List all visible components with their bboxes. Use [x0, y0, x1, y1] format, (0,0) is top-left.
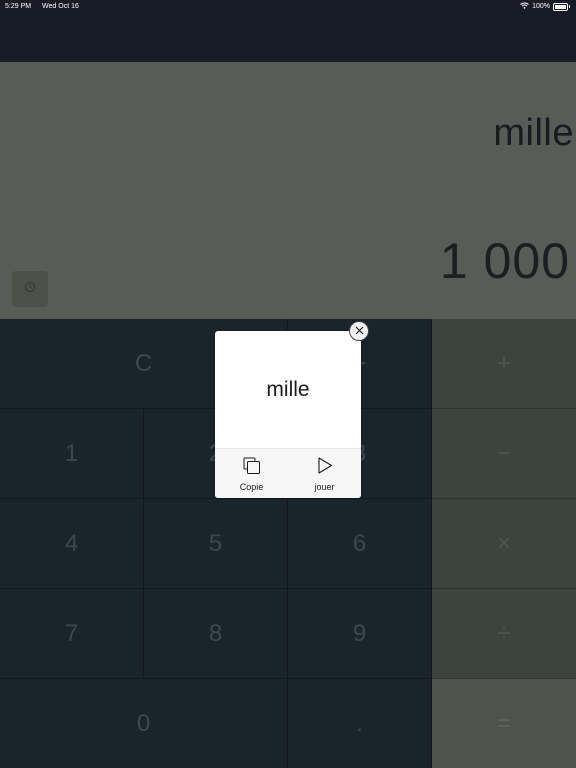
plus-button[interactable]: + — [432, 319, 576, 409]
digit-7-button[interactable]: 7 — [0, 589, 144, 679]
history-button[interactable] — [12, 271, 48, 307]
digit-0-button[interactable]: 0 — [0, 679, 288, 768]
play-button[interactable]: jouer — [288, 449, 361, 498]
word-popup: mille Copie jouer — [215, 331, 361, 498]
copy-icon — [243, 457, 261, 479]
play-label: jouer — [314, 482, 335, 492]
popup-actions: Copie jouer — [215, 449, 361, 498]
battery-icon — [553, 2, 568, 11]
digit-8-button[interactable]: 8 — [144, 589, 288, 679]
word-display: mille — [493, 112, 574, 154]
status-time: 5:29 PM — [5, 3, 32, 10]
popup-word: mille — [266, 378, 310, 401]
close-icon — [355, 322, 364, 340]
number-display: 1 000 — [439, 233, 570, 289]
status-date: Wed Oct 16 — [42, 3, 79, 10]
equals-button[interactable]: = — [432, 679, 576, 768]
multiply-button[interactable]: × — [432, 499, 576, 589]
digit-5-button[interactable]: 5 — [144, 499, 288, 589]
divide-op-button[interactable]: ÷ — [432, 589, 576, 679]
calculator-display: mille 1 000 — [0, 62, 576, 319]
minus-button[interactable]: − — [432, 409, 576, 499]
digit-6-button[interactable]: 6 — [288, 499, 432, 589]
digit-1-button[interactable]: 1 — [0, 409, 144, 499]
close-popup-button[interactable] — [349, 321, 369, 341]
clock-icon — [24, 280, 36, 298]
battery-nub — [569, 5, 570, 8]
decimal-button[interactable]: . — [288, 679, 432, 768]
status-bar: 5:29 PM Wed Oct 16 100% — [0, 0, 576, 14]
nav-bar — [0, 14, 576, 62]
play-icon — [317, 457, 333, 479]
digit-9-button[interactable]: 9 — [288, 589, 432, 679]
digit-4-button[interactable]: 4 — [0, 499, 144, 589]
battery-percent: 100% — [532, 3, 550, 10]
copy-button[interactable]: Copie — [215, 449, 288, 498]
copy-label: Copie — [239, 482, 264, 492]
wifi-icon — [520, 2, 529, 11]
